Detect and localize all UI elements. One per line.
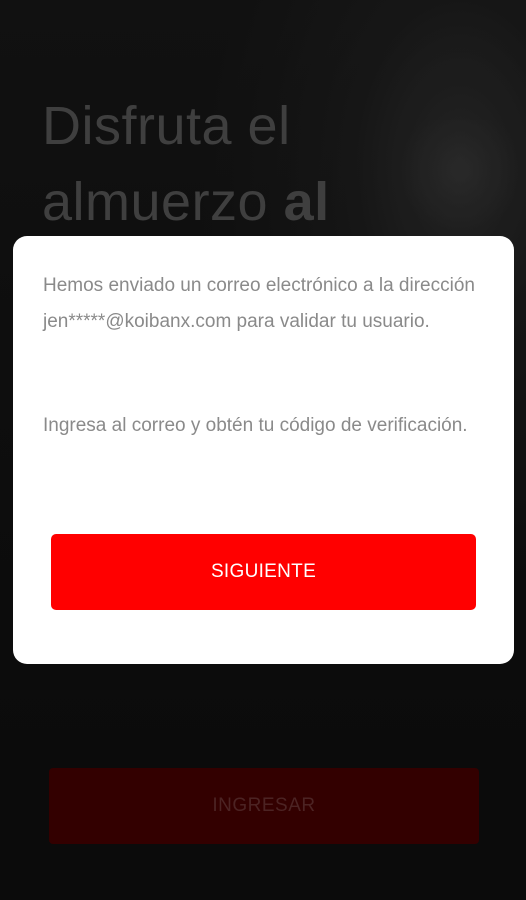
- verification-dialog: Hemos enviado un correo electrónico a la…: [13, 236, 514, 664]
- siguiente-button[interactable]: SIGUIENTE: [51, 534, 476, 610]
- dialog-message-sent: Hemos enviado un correo electrónico a la…: [43, 275, 475, 332]
- dialog-message-instructions: Ingresa al correo y obtén tu código de v…: [43, 415, 468, 436]
